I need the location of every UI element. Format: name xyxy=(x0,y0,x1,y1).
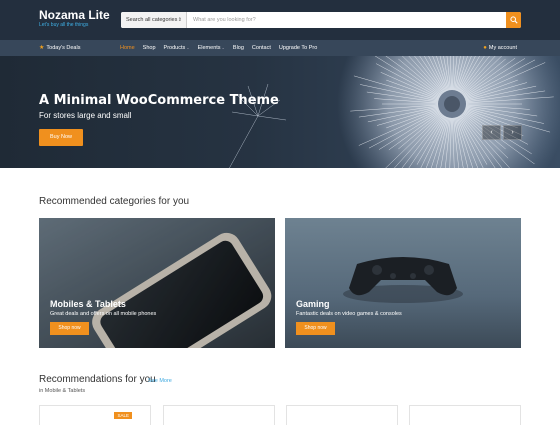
nav-item-elements[interactable]: Elements⌄ xyxy=(198,40,225,56)
nav-menu: Home Shop Products⌄ Elements⌄ Blog Conta… xyxy=(120,40,325,56)
category-description: Fantastic deals on video games & console… xyxy=(296,311,402,317)
product-card[interactable]: SALE xyxy=(39,405,151,425)
search-category-select[interactable]: Search all categories ⇕ xyxy=(121,12,187,28)
site-header: Nozama Lite Let's buy all the things Sea… xyxy=(0,0,560,40)
hero-title: A Minimal WooCommerce Theme xyxy=(39,93,279,108)
main-navigation: ★ Today's Deals Home Shop Products⌄ Eleme… xyxy=(0,40,560,56)
product-card[interactable] xyxy=(409,405,521,425)
nav-item-home[interactable]: Home xyxy=(120,40,135,56)
category-title: Mobiles & Tablets xyxy=(50,299,126,309)
category-description: Great deals and offers on all mobile pho… xyxy=(50,311,157,317)
search-button[interactable] xyxy=(506,12,521,28)
hero-subtitle: For stores large and small xyxy=(39,111,132,120)
see-more-link[interactable]: See More xyxy=(148,378,172,384)
my-account-link[interactable]: ● My account xyxy=(483,40,517,56)
search-icon xyxy=(510,16,518,24)
my-account-label: My account xyxy=(488,45,517,51)
chevron-down-icon: ⌄ xyxy=(186,45,190,50)
todays-deals-label: Today's Deals xyxy=(46,45,81,51)
recommendations-heading: Recommendations for you xyxy=(39,374,156,385)
product-card[interactable] xyxy=(163,405,275,425)
buy-now-button[interactable]: Buy Now xyxy=(39,129,83,146)
search-category-label: Search all categories xyxy=(126,17,178,23)
chevron-left-icon: ‹ xyxy=(490,129,493,136)
nav-item-elements-label: Elements xyxy=(197,45,221,51)
star-icon: ★ xyxy=(39,45,45,51)
categories-heading: Recommended categories for you xyxy=(39,196,190,207)
product-card[interactable] xyxy=(286,405,398,425)
hero-slider: A Minimal WooCommerce Theme For stores l… xyxy=(0,56,560,168)
category-card-mobiles[interactable]: Mobiles & Tablets Great deals and offers… xyxy=(39,218,275,348)
search-bar: Search all categories ⇕ xyxy=(121,12,521,28)
nav-item-blog[interactable]: Blog xyxy=(233,40,244,56)
todays-deals-link[interactable]: ★ Today's Deals xyxy=(39,40,80,56)
site-tagline: Let's buy all the things xyxy=(39,22,89,28)
site-title[interactable]: Nozama Lite xyxy=(39,9,110,22)
select-arrows-icon: ⇕ xyxy=(177,17,182,23)
sale-badge: SALE xyxy=(114,412,132,419)
shop-now-button[interactable]: Shop now xyxy=(50,322,89,335)
slider-prev-button[interactable]: ‹ xyxy=(482,125,501,140)
nav-item-products[interactable]: Products⌄ xyxy=(164,40,190,56)
site-logo[interactable]: Nozama Lite Let's buy all the things xyxy=(39,9,110,29)
nav-item-products-label: Products xyxy=(163,45,186,51)
search-input[interactable] xyxy=(188,12,506,28)
shop-now-button[interactable]: Shop now xyxy=(296,322,335,335)
recommendations-subtitle: in Mobile & Tablets xyxy=(39,388,86,394)
chevron-right-icon: › xyxy=(511,129,514,136)
category-title: Gaming xyxy=(296,299,330,309)
chevron-down-icon: ⌄ xyxy=(221,45,225,50)
slider-next-button[interactable]: › xyxy=(503,125,522,140)
user-icon: ● xyxy=(483,45,487,51)
nav-item-shop[interactable]: Shop xyxy=(143,40,156,56)
category-card-gaming[interactable]: Gaming Fantastic deals on video games & … xyxy=(285,218,521,348)
nav-item-contact[interactable]: Contact xyxy=(252,40,271,56)
nav-item-upgrade[interactable]: Upgrade To Pro xyxy=(279,40,317,56)
